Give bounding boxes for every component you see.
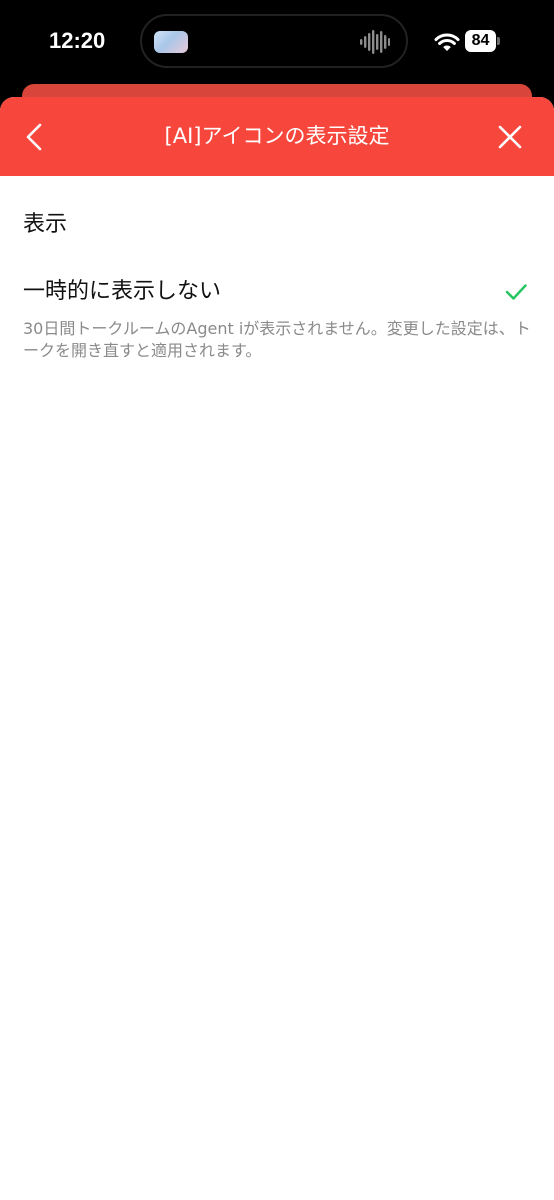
- status-time: 12:20: [49, 28, 106, 53]
- close-icon[interactable]: [490, 117, 530, 157]
- option-label: 表示: [23, 212, 68, 237]
- wifi-icon: [434, 33, 460, 51]
- option-label: 一時的に表示しない: [23, 279, 222, 304]
- option-description: 30日間トークルームのAgent iが表示されません。変更した設定は、トークを開…: [23, 319, 531, 360]
- battery-level: 84: [465, 30, 496, 52]
- settings-sheet: [AI]アイコンの表示設定 表示 一時的に表示しない 30日間トークルームのAg…: [0, 97, 554, 1200]
- audio-waveform-icon: [360, 30, 390, 54]
- check-icon: [505, 284, 527, 300]
- header-bar: [AI]アイコンの表示設定: [0, 97, 554, 176]
- battery-icon: 84: [465, 30, 500, 52]
- option-hide-temporarily[interactable]: 一時的に表示しない 30日間トークルームのAgent iが表示されません。変更し…: [0, 265, 554, 373]
- chevron-left-icon[interactable]: [14, 117, 54, 157]
- battery-cap: [497, 37, 500, 45]
- now-playing-thumbnail: [154, 31, 188, 53]
- status-bar: 12:20 84: [0, 0, 554, 84]
- dynamic-island[interactable]: [140, 14, 408, 68]
- option-show[interactable]: 表示: [0, 197, 554, 255]
- page-title: [AI]アイコンの表示設定: [164, 124, 390, 148]
